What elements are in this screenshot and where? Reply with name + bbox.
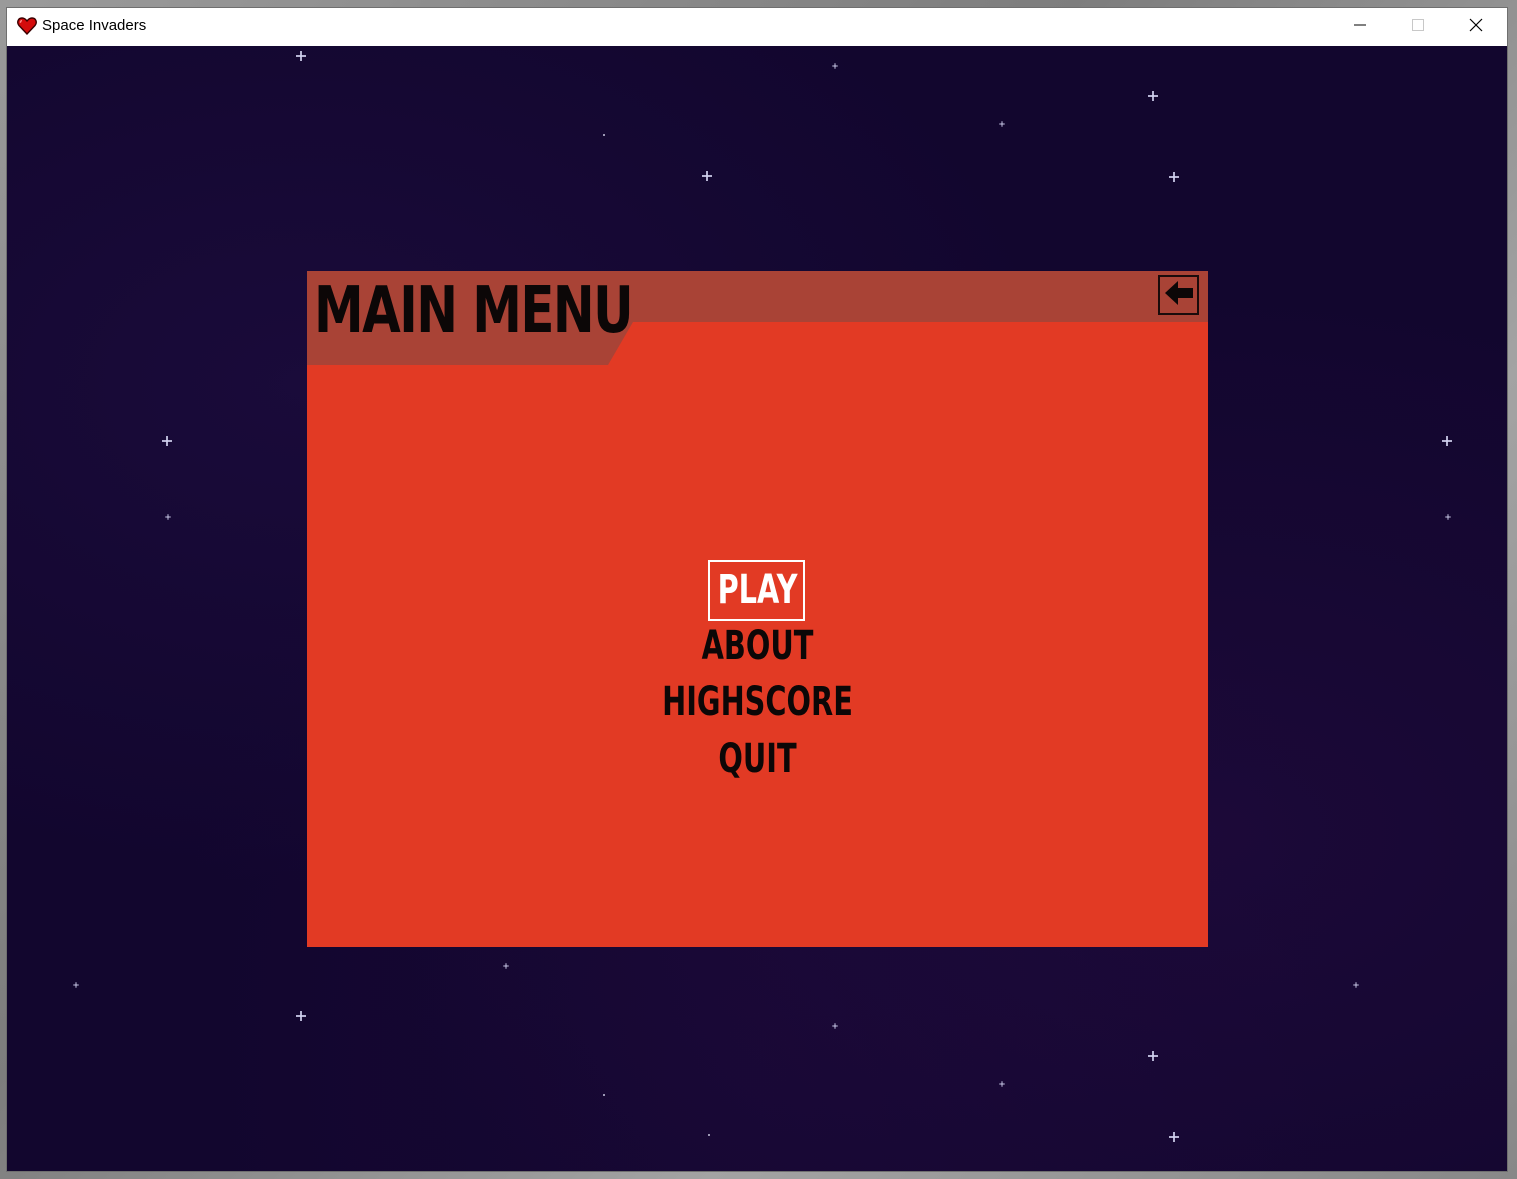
heart-icon — [17, 16, 37, 36]
minimize-icon — [1354, 18, 1366, 36]
star — [162, 436, 172, 446]
star — [603, 134, 605, 136]
star — [999, 121, 1005, 127]
star — [708, 1134, 710, 1136]
star — [296, 1011, 306, 1021]
menu-item-quit[interactable]: QUIT — [433, 739, 1082, 779]
star — [1169, 1132, 1179, 1142]
menu-item-about[interactable]: ABOUT — [433, 626, 1082, 666]
game-canvas[interactable]: MAIN MENU PLAY ABOUT HIGHSCORE QUIT — [7, 46, 1507, 1171]
menu-item-play[interactable]: PLAY — [433, 570, 1082, 610]
main-menu-panel: MAIN MENU PLAY ABOUT HIGHSCORE QUIT — [307, 271, 1208, 947]
star — [702, 171, 712, 181]
minimize-button[interactable] — [1331, 8, 1389, 46]
window-title: Space Invaders — [42, 17, 147, 34]
close-icon — [1469, 18, 1483, 37]
maximize-icon — [1412, 18, 1424, 36]
app-window: Space Invaders MAIN MENU PLAY ABOUT HIGH… — [7, 8, 1507, 1171]
star — [999, 1081, 1005, 1087]
star — [503, 963, 509, 969]
title-bar[interactable]: Space Invaders — [7, 8, 1507, 46]
star — [1442, 436, 1452, 446]
star — [832, 1023, 838, 1029]
close-button[interactable] — [1447, 8, 1505, 46]
back-button[interactable] — [1158, 275, 1199, 315]
star — [165, 514, 171, 520]
star — [1445, 514, 1451, 520]
star — [1148, 1051, 1158, 1061]
menu-item-highscore[interactable]: HIGHSCORE — [433, 682, 1082, 722]
star — [603, 1094, 605, 1096]
arrow-left-icon — [1163, 278, 1195, 313]
star — [1169, 172, 1179, 182]
star — [73, 982, 79, 988]
menu-title: MAIN MENU — [314, 274, 634, 348]
star — [296, 51, 306, 61]
star — [1148, 91, 1158, 101]
star — [1353, 982, 1359, 988]
star — [832, 63, 838, 69]
maximize-button[interactable] — [1389, 8, 1447, 46]
